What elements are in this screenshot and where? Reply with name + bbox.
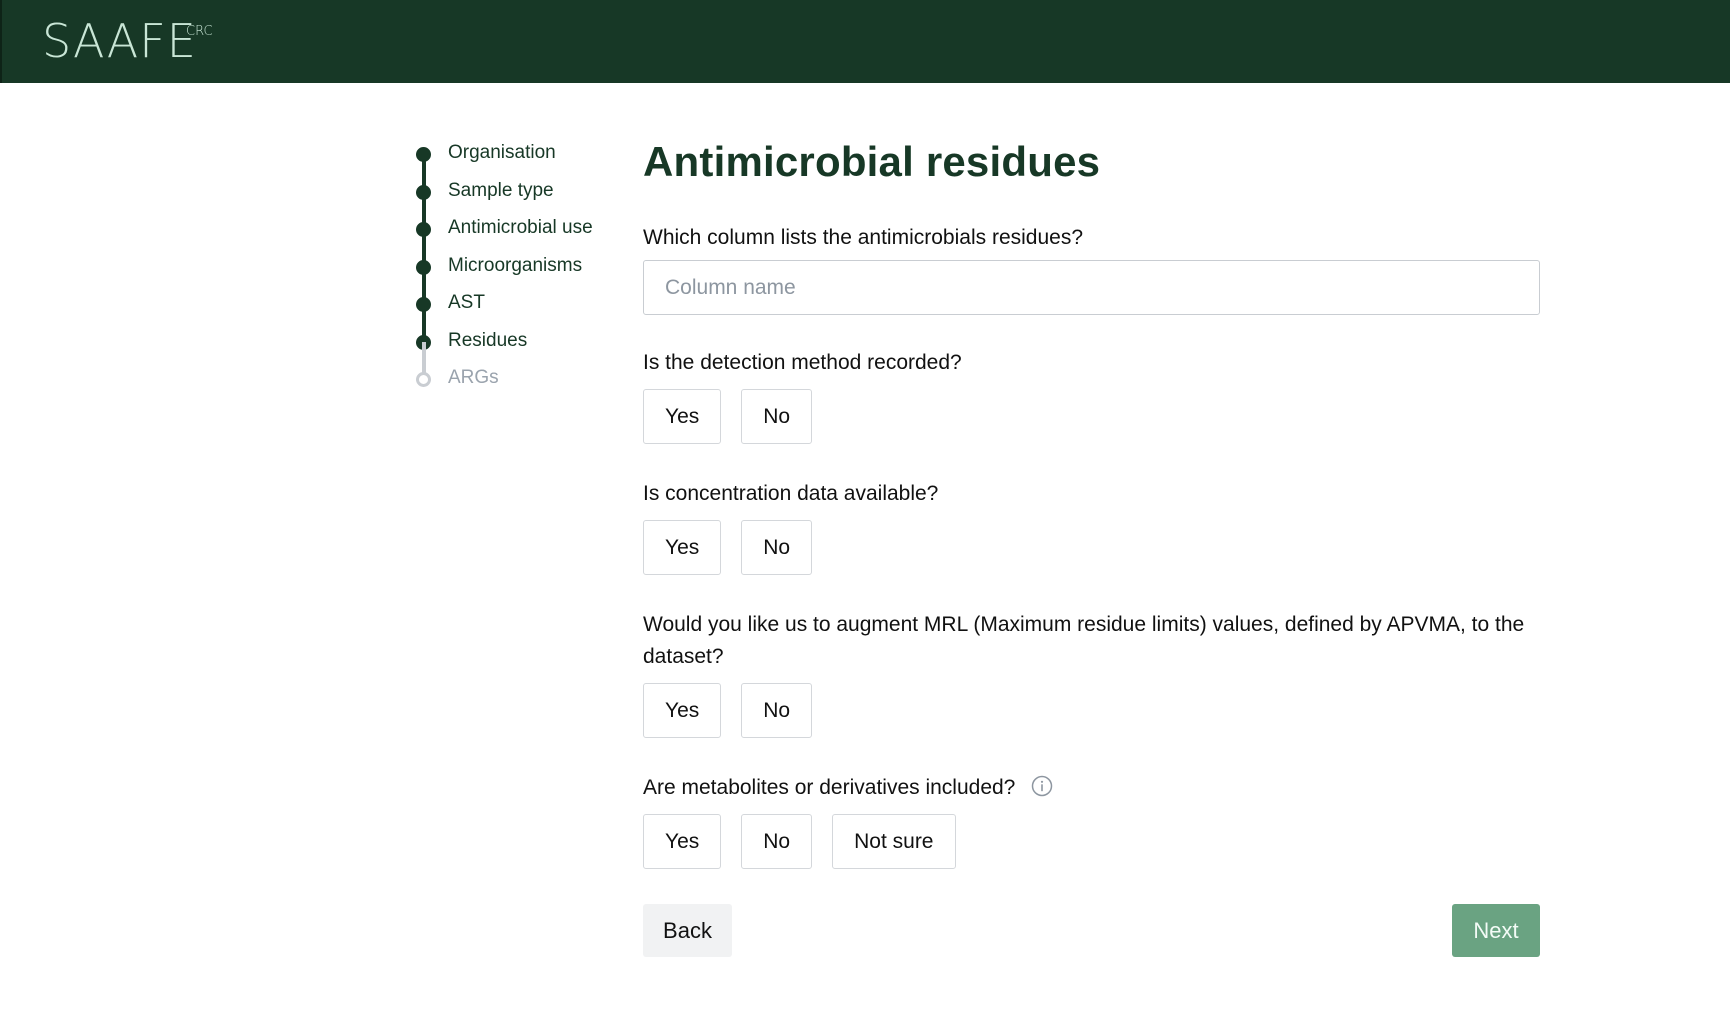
- step-label: Sample type: [448, 179, 554, 201]
- question-label: Are metabolites or derivatives included?: [643, 776, 1016, 799]
- next-button[interactable]: Next: [1452, 904, 1540, 957]
- question-label: Would you like us to augment MRL (Maximu…: [643, 613, 1525, 668]
- step-organisation[interactable]: Organisation: [410, 140, 610, 192]
- question-augment-mrl: Would you like us to augment MRL (Maximu…: [643, 609, 1540, 738]
- question-label: Is the detection method recorded?: [643, 351, 962, 374]
- step-sample-type[interactable]: Sample type: [410, 178, 610, 230]
- question-label: Which column lists the antimicrobials re…: [643, 226, 1084, 249]
- step-label: AST: [448, 292, 485, 313]
- question-column: Which column lists the antimicrobials re…: [643, 222, 1540, 315]
- yes-button[interactable]: Yes: [643, 520, 722, 575]
- logo-superscript: CRC: [186, 24, 213, 39]
- question-concentration: Is concentration data available? Yes No: [643, 478, 1540, 575]
- step-microorganisms[interactable]: Microorganisms: [410, 253, 610, 305]
- no-button[interactable]: No: [741, 389, 813, 444]
- column-name-input[interactable]: [643, 260, 1540, 315]
- form-navigation: Back Next: [643, 904, 1540, 957]
- yes-button[interactable]: Yes: [643, 683, 722, 738]
- no-button[interactable]: No: [741, 814, 813, 869]
- top-bar: SAAFE CRC: [0, 0, 1730, 83]
- step-upcoming-dot-icon: [416, 372, 431, 387]
- step-ast[interactable]: AST: [410, 290, 610, 342]
- question-detection-method: Is the detection method recorded? Yes No: [643, 347, 1540, 444]
- form-main: Antimicrobial residues Which column list…: [643, 138, 1540, 869]
- page-title: Antimicrobial residues: [643, 138, 1101, 185]
- no-button[interactable]: No: [741, 683, 813, 738]
- not-sure-button[interactable]: Not sure: [832, 814, 956, 869]
- yes-button[interactable]: Yes: [643, 814, 722, 869]
- step-args[interactable]: ARGs: [410, 365, 610, 403]
- progress-stepper: Organisation Sample type Antimicrobial u…: [410, 140, 610, 403]
- logo-text: SAAFE: [42, 14, 197, 68]
- step-antimicrobial-use[interactable]: Antimicrobial use: [410, 215, 610, 267]
- yes-button[interactable]: Yes: [643, 389, 722, 444]
- step-residues[interactable]: Residues: [410, 328, 610, 380]
- question-label-row: Are metabolites or derivatives included?: [643, 772, 1540, 804]
- no-button[interactable]: No: [741, 520, 813, 575]
- step-label: ARGs: [448, 367, 499, 388]
- question-label: Is concentration data available?: [643, 482, 939, 505]
- step-label: Organisation: [448, 142, 556, 163]
- back-button[interactable]: Back: [643, 904, 732, 957]
- info-icon[interactable]: [1031, 775, 1053, 797]
- saafe-logo[interactable]: SAAFE CRC: [42, 18, 213, 64]
- step-label: Microorganisms: [448, 254, 583, 276]
- question-metabolites: Are metabolites or derivatives included?…: [643, 772, 1540, 869]
- step-label: Antimicrobial use: [448, 217, 593, 238]
- step-label: Residues: [448, 329, 528, 351]
